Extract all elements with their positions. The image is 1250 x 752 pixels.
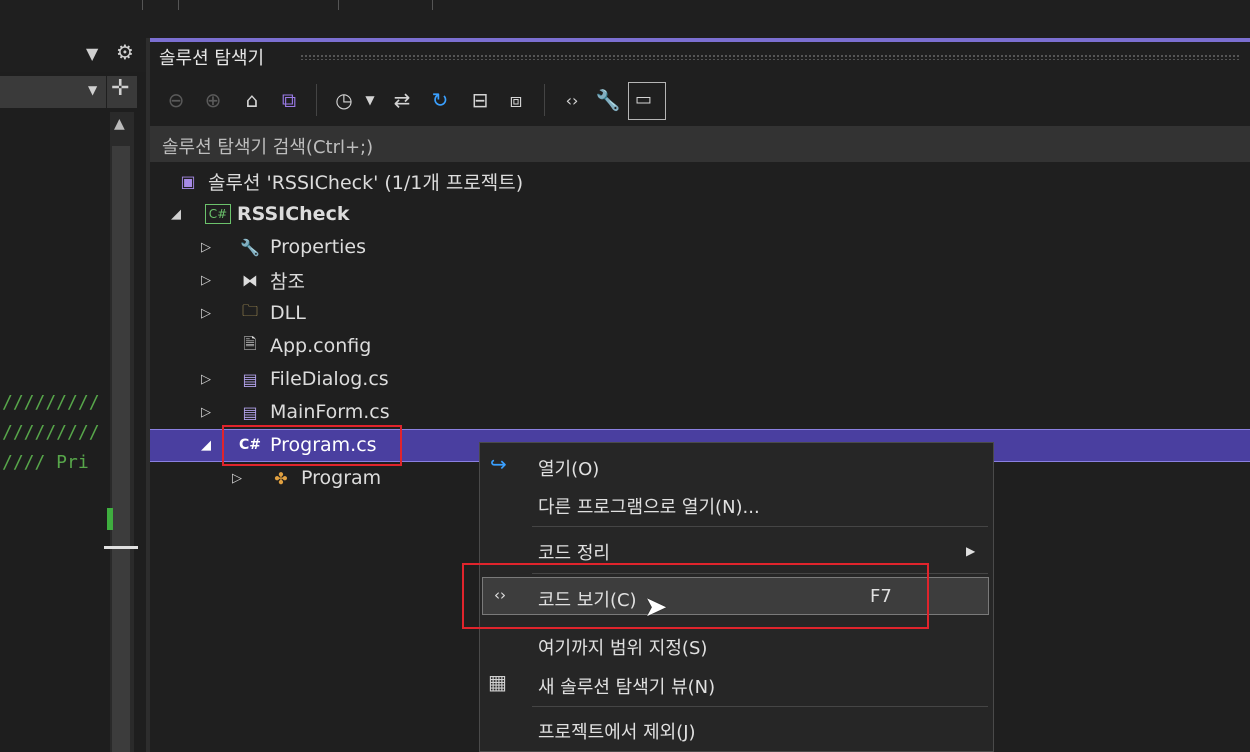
split-window-button[interactable]: ✛ <box>106 76 137 108</box>
collapsed-arrow-icon[interactable]: ▷ <box>201 372 211 387</box>
tree-item[interactable]: 🗀 DLL <box>236 297 306 329</box>
collapsed-arrow-icon[interactable]: ▷ <box>201 306 211 321</box>
menu-item-exclude-from-project[interactable]: 프로젝트에서 제외(J) <box>538 718 696 744</box>
expand-arrow-icon[interactable]: ◢ <box>201 438 211 453</box>
chevron-down-icon: ▼ <box>88 83 98 97</box>
new-view-icon: ▦ <box>488 670 507 694</box>
code-comment-line: ///////// <box>2 392 100 413</box>
tree-item-label: 참조 <box>270 270 305 293</box>
toolbar-separator <box>432 0 433 10</box>
tree-item[interactable]: 🔧 Properties <box>236 231 366 263</box>
tree-item-label: Program <box>301 467 382 489</box>
panel-title: 솔루션 탐색기 <box>159 48 265 69</box>
code-editor[interactable]: ///////// ///////// //// Pri <box>0 112 106 752</box>
search-placeholder: 솔루션 탐색기 검색(Ctrl+;) <box>162 137 374 158</box>
caret-position-marker <box>104 546 138 549</box>
properties-icon[interactable]: 🔧 <box>592 80 624 120</box>
change-marker <box>107 508 113 530</box>
dropdown-menu-icon[interactable]: ▼ <box>86 44 98 63</box>
collapsed-arrow-icon[interactable]: ▷ <box>201 405 211 420</box>
preview-icon: ▭ <box>635 89 653 110</box>
top-toolbar-strip <box>0 0 1250 14</box>
tree-item[interactable]: ▤ MainForm.cs <box>236 396 390 428</box>
submenu-arrow-icon: ▶ <box>966 544 976 558</box>
toolbar-separator <box>142 0 143 10</box>
tree-item[interactable]: ✤ Program <box>267 462 381 494</box>
navigation-combo[interactable]: ▼ <box>0 76 106 108</box>
scroll-up-icon[interactable]: ▲ <box>114 116 125 132</box>
tree-item-label: MainForm.cs <box>270 401 390 423</box>
references-icon: ⧓ <box>242 270 258 290</box>
editor-pane-header: ▼ ⚙ <box>0 38 146 72</box>
wrench-icon: 🔧 <box>240 237 260 257</box>
class-icon: ✤ <box>274 468 288 488</box>
tree-item-label: App.config <box>270 335 372 357</box>
tree-solution-node[interactable]: ▣ 솔루션 'RSSICheck' (1/1개 프로젝트) <box>174 165 523 197</box>
preview-toggle-button[interactable]: ▭ <box>628 82 666 120</box>
code-view-icon[interactable]: ‹› <box>556 80 588 120</box>
tree-item-label: DLL <box>270 302 306 324</box>
expand-arrow-icon[interactable]: ◢ <box>171 207 181 222</box>
sync-icon[interactable]: ⇄ <box>386 80 418 120</box>
tree-item[interactable]: ▤ FileDialog.cs <box>236 363 389 395</box>
toolbar-separator <box>316 84 317 116</box>
form-file-icon: ▤ <box>242 369 258 389</box>
history-icon[interactable]: ◷ <box>328 80 360 120</box>
collapsed-arrow-icon[interactable]: ▷ <box>201 240 211 255</box>
open-arrow-icon: ↪ <box>490 452 507 476</box>
home-icon[interactable]: ⌂ <box>236 80 268 120</box>
mouse-cursor-icon: ➤ <box>644 590 668 623</box>
csharp-project-icon: C# <box>205 204 231 224</box>
menu-separator <box>532 706 988 707</box>
annotation-highlight-box <box>222 425 402 466</box>
tree-item-label: RSSICheck <box>237 203 350 225</box>
toolbar-separator <box>544 84 545 116</box>
menu-item-scope-to-this[interactable]: 여기까지 범위 지정(S) <box>538 634 707 660</box>
tree-item-label: 솔루션 'RSSICheck' (1/1개 프로젝트) <box>208 171 524 194</box>
menu-item-code-cleanup[interactable]: 코드 정리 <box>538 539 610 565</box>
scrollbar-thumb[interactable] <box>112 146 130 752</box>
refresh-icon[interactable]: ↻ <box>424 80 456 120</box>
menu-item-new-explorer-view[interactable]: 새 솔루션 탐색기 뷰(N) <box>538 673 715 699</box>
tree-item[interactable]: 🗎 App.config <box>236 330 372 362</box>
menu-item-open-with[interactable]: 다른 프로그램으로 열기(N)... <box>538 493 760 519</box>
toolbar-separator <box>178 0 179 10</box>
menu-item-open[interactable]: 열기(O) <box>538 455 599 481</box>
collapsed-arrow-icon[interactable]: ▷ <box>201 273 211 288</box>
folder-icon: 🗀 <box>241 300 258 320</box>
annotation-highlight-box <box>462 563 929 629</box>
code-comment-line: ///////// <box>2 422 100 443</box>
gear-icon[interactable]: ⚙ <box>116 40 134 64</box>
forward-icon[interactable]: ⊕ <box>197 80 229 120</box>
solution-explorer-toolbar <box>150 76 1250 124</box>
tree-item-label: FileDialog.cs <box>270 368 389 390</box>
tree-project-node[interactable]: C# RSSICheck <box>205 198 349 230</box>
show-all-files-icon[interactable]: ⧈ <box>500 80 532 120</box>
split-icon: ✛ <box>111 76 130 101</box>
solution-icon: ▣ <box>180 171 196 191</box>
collapsed-arrow-icon[interactable]: ▷ <box>232 471 242 486</box>
panel-drag-grip[interactable] <box>300 54 1240 60</box>
tree-item[interactable]: ⧓ 참조 <box>236 264 305 296</box>
config-file-icon: 🗎 <box>243 333 257 353</box>
form-file-icon: ▤ <box>242 402 258 422</box>
tree-item-label: Properties <box>270 236 367 258</box>
back-icon[interactable]: ⊖ <box>160 80 192 120</box>
menu-separator <box>532 526 988 527</box>
vs-solution-icon[interactable]: ⧉ <box>273 80 305 120</box>
toolbar-separator <box>338 0 339 10</box>
active-panel-indicator <box>150 38 1250 42</box>
dropdown-icon[interactable]: ▼ <box>360 80 380 120</box>
collapse-all-icon[interactable]: ⊟ <box>464 80 496 120</box>
code-comment-line: //// Pri <box>2 452 89 473</box>
